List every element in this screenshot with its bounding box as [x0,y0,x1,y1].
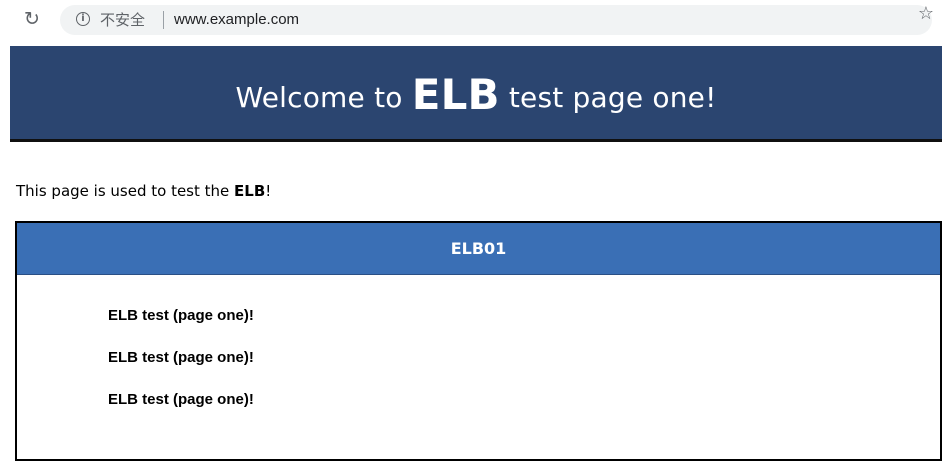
title-prefix: Welcome to [235,81,412,114]
address-separator [163,11,164,29]
panel-body: ELB test (page one)! ELB test (page one)… [17,275,940,431]
intro-suffix: ! [265,182,272,200]
info-icon[interactable]: i [76,12,90,26]
intro-emphasis: ELB [234,182,266,200]
panel-line: ELB test (page one)! [108,391,254,408]
page-banner: Welcome to ELB test page one! [10,46,942,142]
panel-title: ELB01 [17,223,940,275]
url-text[interactable]: www.example.com [174,10,299,30]
title-suffix: test page one! [499,81,717,114]
intro-text: This page is used to test the ELB! [16,182,271,200]
page-title: Welcome to ELB test page one! [235,68,717,119]
reload-icon[interactable]: ↻ [22,8,42,30]
panel-line: ELB test (page one)! [108,349,254,366]
intro-prefix: This page is used to test the [16,182,235,200]
title-emphasis: ELB [411,70,500,119]
bookmark-star-icon[interactable]: ☆ [918,3,934,24]
elb-panel: ELB01 ELB test (page one)! ELB test (pag… [15,221,942,461]
panel-line: ELB test (page one)! [108,307,254,324]
browser-toolbar: ↻ i 不安全 www.example.com ☆ [0,0,942,44]
address-bar[interactable]: i 不安全 www.example.com [60,5,932,35]
security-status-label[interactable]: 不安全 [100,10,145,30]
